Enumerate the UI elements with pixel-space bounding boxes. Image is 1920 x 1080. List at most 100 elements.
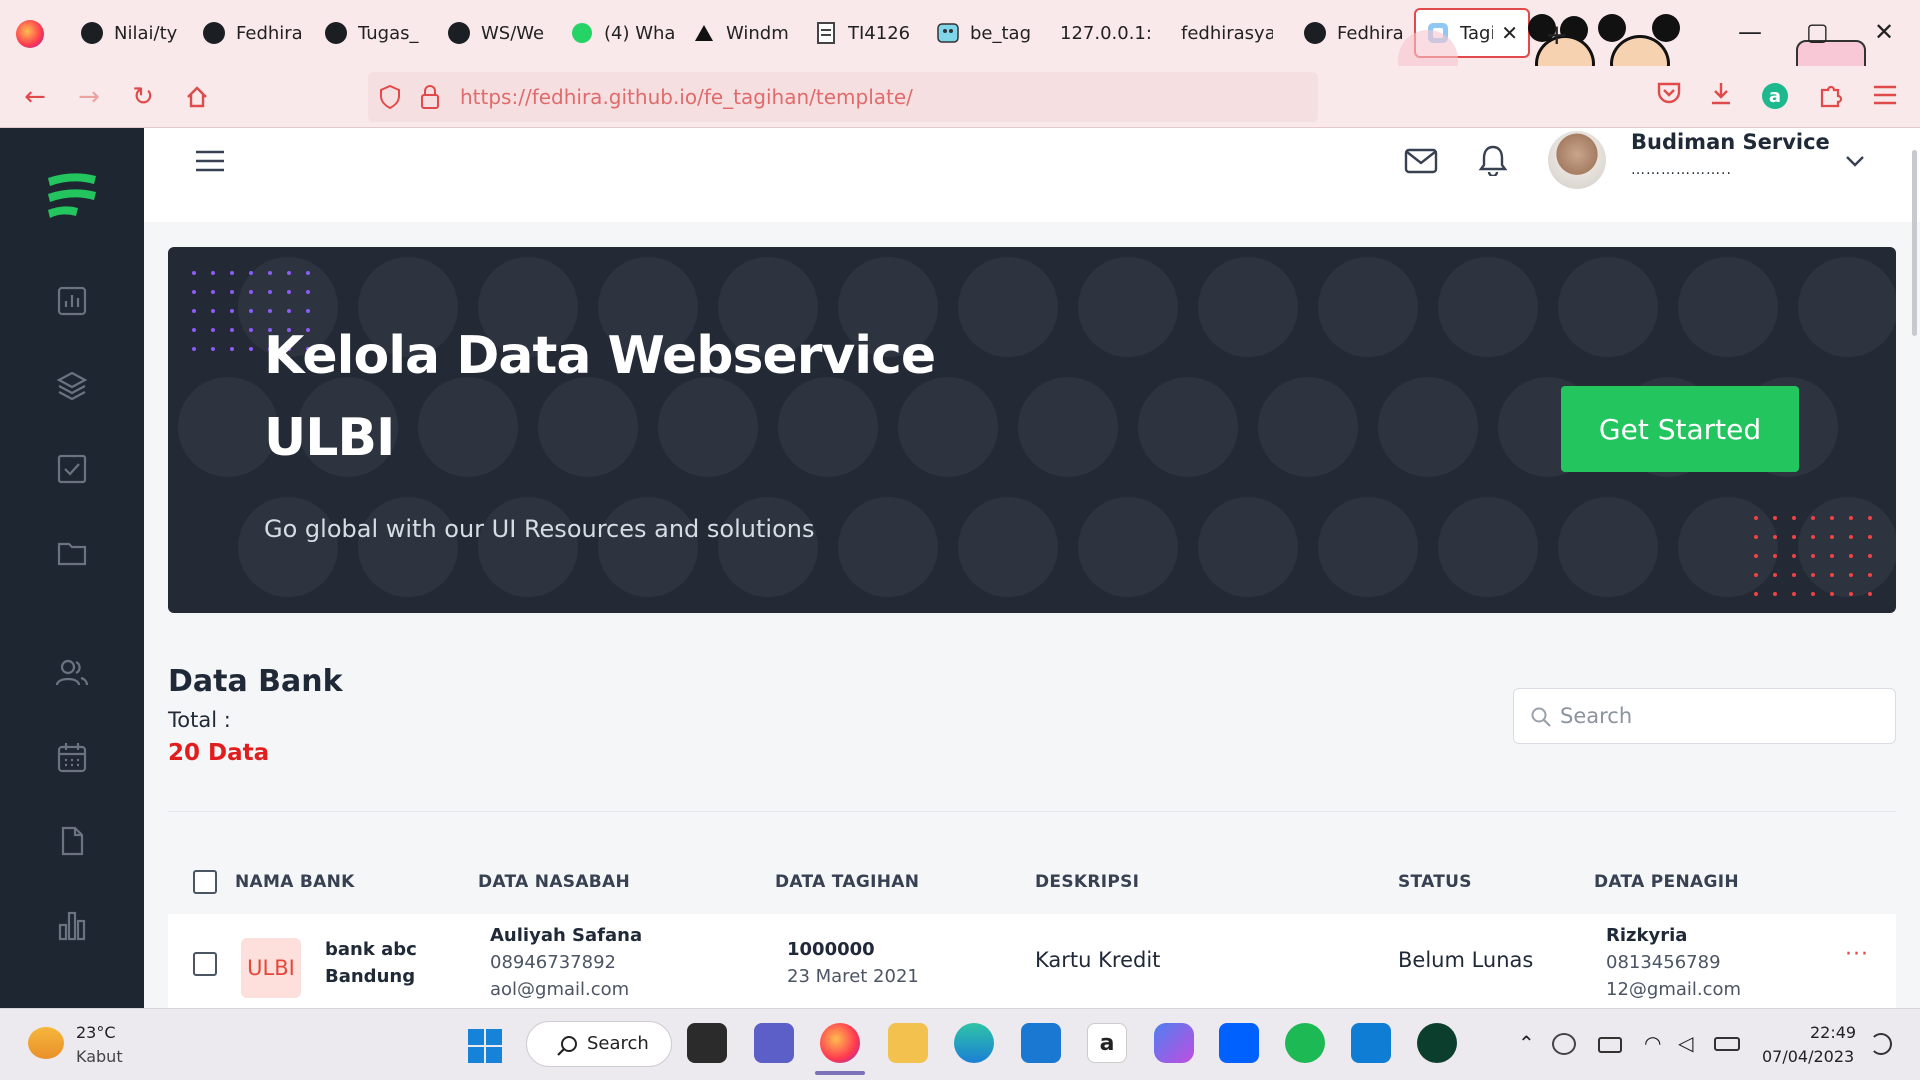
column-header[interactable]: DATA TAGIHAN	[775, 872, 919, 892]
browser-tab[interactable]: (4) Wha	[570, 8, 675, 58]
data-table: NAMA BANK DATA NASABAH DATA TAGIHAN DESK…	[168, 848, 1896, 1008]
browser-tab[interactable]: Nilai/ty	[80, 8, 177, 58]
volume-icon[interactable]: ◁	[1678, 1031, 1693, 1055]
minimize-button[interactable]: —	[1738, 18, 1762, 46]
weather-temp[interactable]: 23°C	[76, 1023, 116, 1042]
column-header[interactable]: STATUS	[1398, 872, 1472, 892]
bar-chart-icon	[57, 286, 87, 316]
mongodb-icon[interactable]	[1417, 1023, 1457, 1063]
edge-icon[interactable]	[954, 1023, 994, 1063]
mail-app-icon[interactable]	[1021, 1023, 1061, 1063]
new-tab-button[interactable]: +	[1545, 18, 1568, 51]
tab-label: WS/We	[481, 22, 545, 44]
row-checkbox[interactable]	[193, 952, 217, 976]
vscode-icon[interactable]	[1351, 1023, 1391, 1063]
browser-tab[interactable]: WS/We	[447, 8, 544, 58]
task-view-icon[interactable]	[687, 1023, 727, 1063]
chevron-down-icon[interactable]	[1845, 154, 1865, 168]
search-box[interactable]	[1513, 688, 1896, 744]
notifications-icon[interactable]	[1870, 1033, 1892, 1055]
tray-chevron-up-icon[interactable]: ⌃	[1518, 1031, 1535, 1055]
tab-label: Fedhira	[1337, 22, 1404, 44]
decoration-dot	[1754, 592, 1758, 596]
browser-tab[interactable]: TI4126	[814, 8, 910, 58]
hamburger-menu-icon[interactable]	[195, 150, 225, 172]
tab-label: Tagil	[1460, 22, 1493, 44]
clock-time[interactable]: 22:49	[1810, 1023, 1856, 1042]
decoration-dot	[1754, 516, 1758, 520]
clock-date[interactable]: 07/04/2023	[1762, 1047, 1854, 1066]
pocket-icon[interactable]	[1656, 80, 1682, 108]
sidebar-item-calendar[interactable]	[52, 737, 92, 777]
url-text[interactable]: https://fedhira.github.io/fe_tagihan/tem…	[460, 85, 913, 109]
sidebar-item-reports[interactable]	[52, 905, 92, 945]
column-header[interactable]: NAMA BANK	[235, 872, 355, 892]
brand-logo-icon[interactable]	[44, 168, 100, 224]
avatar[interactable]	[1548, 131, 1606, 189]
sidebar-item-tasks[interactable]	[52, 449, 92, 489]
wifi-icon[interactable]: ◠	[1644, 1031, 1661, 1055]
sidebar-item-documents[interactable]	[52, 821, 92, 861]
row-actions-more-icon[interactable]: ···	[1845, 942, 1869, 967]
browser-tab[interactable]: 127.0.0.1:8(	[1060, 8, 1152, 58]
taskbar-search[interactable]: Search	[526, 1021, 672, 1067]
url-bar[interactable]: https://fedhira.github.io/fe_tagihan/tem…	[368, 72, 1318, 122]
teams-chat-icon[interactable]	[754, 1023, 794, 1063]
home-button[interactable]	[182, 82, 212, 112]
close-tab-icon[interactable]: ✕	[1501, 21, 1518, 45]
decoration-dot	[192, 347, 196, 351]
decoration-dot	[1849, 535, 1853, 539]
hero-subtitle: Go global with our UI Resources and solu…	[264, 515, 815, 543]
column-header[interactable]: DATA NASABAH	[478, 872, 630, 892]
close-window-button[interactable]: ✕	[1874, 18, 1894, 46]
browser-tab[interactable]: Fedhira	[202, 8, 303, 58]
extensions-puzzle-icon[interactable]	[1818, 82, 1844, 108]
bell-icon[interactable]	[1478, 144, 1508, 176]
search-input[interactable]	[1560, 701, 1880, 731]
browser-tab[interactable]: fedhirasyail	[1181, 8, 1273, 58]
browser-tab[interactable]: Fedhira	[1303, 8, 1404, 58]
amazon-icon[interactable]: a	[1087, 1023, 1127, 1063]
file-explorer-icon[interactable]	[888, 1023, 928, 1063]
forward-button[interactable]: →	[74, 82, 104, 112]
select-all-checkbox[interactable]	[193, 870, 217, 894]
download-icon[interactable]	[1708, 80, 1734, 108]
sidebar-item-dashboard[interactable]	[52, 281, 92, 321]
penagih-phone: 0813456789	[1606, 952, 1721, 973]
decoration-dot	[1792, 592, 1796, 596]
browser-tab[interactable]: Tugas_	[324, 8, 419, 58]
sidebar-item-users[interactable]	[52, 653, 92, 693]
triangle-icon	[692, 21, 716, 45]
sidebar-item-files[interactable]	[52, 533, 92, 573]
spotify-icon[interactable]	[1285, 1023, 1325, 1063]
tab-label: Fedhira	[236, 22, 303, 44]
firefox-icon[interactable]	[820, 1023, 860, 1063]
sidebar-item-layers[interactable]	[52, 365, 92, 405]
get-started-button[interactable]: Get Started	[1561, 386, 1799, 472]
decoration-dot	[1830, 516, 1834, 520]
windows-start-icon[interactable]	[468, 1029, 502, 1063]
weather-desc[interactable]: Kabut	[76, 1047, 123, 1066]
column-header[interactable]: DATA PENAGIH	[1594, 872, 1739, 892]
weather-fog-icon[interactable]	[28, 1027, 64, 1059]
page-scrollbar[interactable]	[1912, 150, 1917, 336]
browser-tab[interactable]: Windm	[692, 8, 789, 58]
tab-label: fedhirasyail	[1181, 22, 1273, 44]
menu-icon[interactable]	[1872, 84, 1898, 106]
copilot-icon[interactable]	[1154, 1023, 1194, 1063]
keyboard-icon[interactable]	[1598, 1037, 1622, 1053]
cloud-error-icon[interactable]	[1552, 1033, 1576, 1055]
firefox-menu-icon[interactable]	[16, 20, 44, 48]
battery-icon[interactable]	[1714, 1037, 1740, 1051]
table-row[interactable]: ULBI bank abc Bandung Auliyah Safana 089…	[168, 914, 1896, 1008]
maximize-button[interactable]: ▢	[1806, 18, 1829, 46]
extension-icon[interactable]: a	[1762, 83, 1788, 109]
column-header[interactable]: DESKRIPSI	[1035, 872, 1139, 892]
decoration-dot	[230, 328, 234, 332]
dropbox-icon[interactable]	[1219, 1023, 1259, 1063]
reload-button[interactable]: ↻	[128, 82, 158, 112]
browser-tab[interactable]: be_tag	[936, 8, 1031, 58]
total-label: Total :	[168, 708, 231, 732]
back-button[interactable]: ←	[20, 82, 50, 112]
mail-icon[interactable]	[1404, 148, 1438, 174]
